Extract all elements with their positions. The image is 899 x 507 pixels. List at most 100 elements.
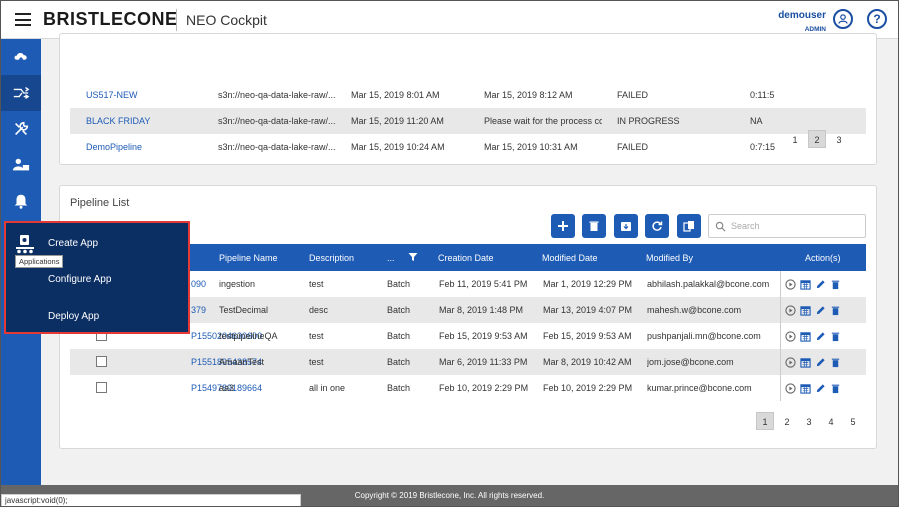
run-icon[interactable] (785, 304, 796, 316)
row-checkbox[interactable] (96, 356, 107, 367)
archive-icon (621, 222, 631, 231)
archive-button[interactable] (614, 214, 638, 238)
pipeline-list-title: Pipeline List (70, 197, 130, 209)
filter-icon[interactable] (408, 252, 418, 262)
edit-icon[interactable] (815, 305, 826, 316)
run-status: FAILED (617, 90, 649, 100)
creation-date: Feb 10, 2019 2:29 PM (439, 383, 529, 393)
modified-date: Feb 15, 2019 9:53 AM (543, 331, 632, 341)
row-actions (780, 349, 841, 375)
schedule-icon[interactable] (800, 305, 811, 316)
page-button-active[interactable]: 2 (808, 130, 826, 148)
table-row: US517-NEW s3n://neo-qa-data-lake-raw/...… (70, 82, 866, 108)
row-checkbox[interactable] (96, 382, 107, 393)
sidebar-item-tools[interactable] (1, 111, 41, 147)
search-icon (715, 221, 726, 232)
run-duration: 0:7:15 (750, 142, 776, 152)
delete-icon[interactable] (830, 305, 841, 316)
sidebar-item-ingestion[interactable] (1, 39, 41, 75)
run-icon[interactable] (785, 382, 796, 394)
run-icon[interactable] (785, 356, 796, 368)
page-button[interactable]: 3 (830, 131, 848, 149)
run-name-link[interactable]: BLACK FRIDAY (86, 116, 150, 126)
brand-logo: BRISTLECONE (43, 9, 178, 29)
modified-date: Mar 1, 2019 12:29 PM (543, 279, 633, 289)
pipeline-type: Batch (387, 305, 411, 315)
sidebar-item-notifications[interactable] (1, 183, 41, 219)
hamburger-menu-icon[interactable] (15, 13, 31, 26)
applications-menu: Create App Configure App Deploy App (4, 221, 190, 334)
run-name-link[interactable]: DemoPipeline (86, 142, 142, 152)
cloud-upload-icon (14, 53, 27, 64)
edit-icon[interactable] (815, 331, 826, 342)
user-admin-icon (12, 158, 30, 171)
delete-icon[interactable] (830, 357, 841, 368)
run-duration: NA (750, 116, 763, 126)
sidebar-item-user-admin[interactable] (1, 147, 41, 183)
pipeline-type: Batch (387, 279, 411, 289)
schedule-icon[interactable] (800, 383, 811, 394)
pipeline-name: aa3 (219, 383, 235, 393)
delete-pipeline-button[interactable] (582, 214, 606, 238)
divider (176, 9, 177, 31)
table-row: P1549789189664 aa3 all in one Batch Feb 10, … (70, 375, 866, 401)
column-pipeline-name[interactable]: Pipeline Name (219, 253, 278, 263)
delete-icon[interactable] (830, 331, 841, 342)
refresh-button[interactable] (645, 214, 669, 238)
run-icon[interactable] (785, 330, 796, 342)
user-circle-icon[interactable] (833, 9, 853, 29)
run-start: Mar 15, 2019 10:24 AM (351, 142, 445, 152)
menu-item-create-app[interactable]: Create App (48, 238, 98, 249)
row-actions (780, 297, 841, 323)
edit-icon[interactable] (815, 357, 826, 368)
column-creation-date[interactable]: Creation Date (438, 253, 494, 263)
pipeline-id-link[interactable]: 090 (191, 279, 206, 289)
schedule-icon[interactable] (800, 357, 811, 368)
edit-icon[interactable] (815, 383, 826, 394)
applications-icon[interactable] (12, 231, 38, 257)
column-type[interactable]: ... (387, 253, 395, 263)
page-button[interactable]: 3 (800, 413, 818, 431)
pipeline-id-link[interactable]: 379 (191, 305, 206, 315)
pipeline-name: TestDecimal (219, 305, 269, 315)
add-pipeline-button[interactable] (551, 214, 575, 238)
page-button-active[interactable]: 1 (756, 412, 774, 430)
menu-item-configure-app[interactable]: Configure App (48, 274, 111, 285)
column-modified-date[interactable]: Modified Date (542, 253, 598, 263)
schedule-icon[interactable] (800, 279, 811, 290)
page-button[interactable]: 4 (822, 413, 840, 431)
modified-by: mahesh.w@bcone.com (647, 305, 742, 315)
pipeline-description: test (309, 279, 324, 289)
delete-icon[interactable] (830, 383, 841, 394)
user-info[interactable]: demouser ADMIN (778, 10, 826, 33)
run-name-link[interactable]: US517-NEW (86, 90, 138, 100)
row-actions (780, 375, 841, 401)
applications-tooltip: Applications (15, 255, 64, 268)
page-button[interactable]: 2 (778, 413, 796, 431)
column-modified-by[interactable]: Modified By (646, 253, 693, 263)
run-icon[interactable] (785, 278, 796, 290)
column-description[interactable]: Description (309, 253, 354, 263)
help-circle-icon[interactable]: ? (867, 9, 887, 29)
run-start: Mar 15, 2019 11:20 AM (351, 116, 444, 126)
sidebar-item-pipelines[interactable] (1, 75, 41, 111)
table-row: DemoPipeline s3n://neo-qa-data-lake-raw/… (70, 134, 866, 160)
page-button[interactable]: 1 (786, 131, 804, 149)
page-button[interactable]: 5 (844, 413, 862, 431)
run-end: Mar 15, 2019 8:12 AM (484, 90, 573, 100)
export-button[interactable] (677, 214, 701, 238)
edit-icon[interactable] (815, 279, 826, 290)
run-duration: 0:11:5 (750, 90, 775, 100)
search-input[interactable] (731, 218, 861, 234)
status-bar-url: javascript:void(0); (1, 494, 301, 506)
search-box[interactable] (708, 214, 866, 238)
tools-icon (15, 121, 29, 135)
run-status: IN PROGRESS (617, 116, 680, 126)
pipeline-description: test (309, 331, 324, 341)
pipeline-description: all in one (309, 383, 346, 393)
schedule-icon[interactable] (800, 331, 811, 342)
delete-icon[interactable] (830, 279, 841, 290)
pipeline-icon (13, 87, 30, 99)
menu-item-deploy-app[interactable]: Deploy App (48, 311, 99, 322)
pipeline-name: ingestion (219, 279, 256, 289)
